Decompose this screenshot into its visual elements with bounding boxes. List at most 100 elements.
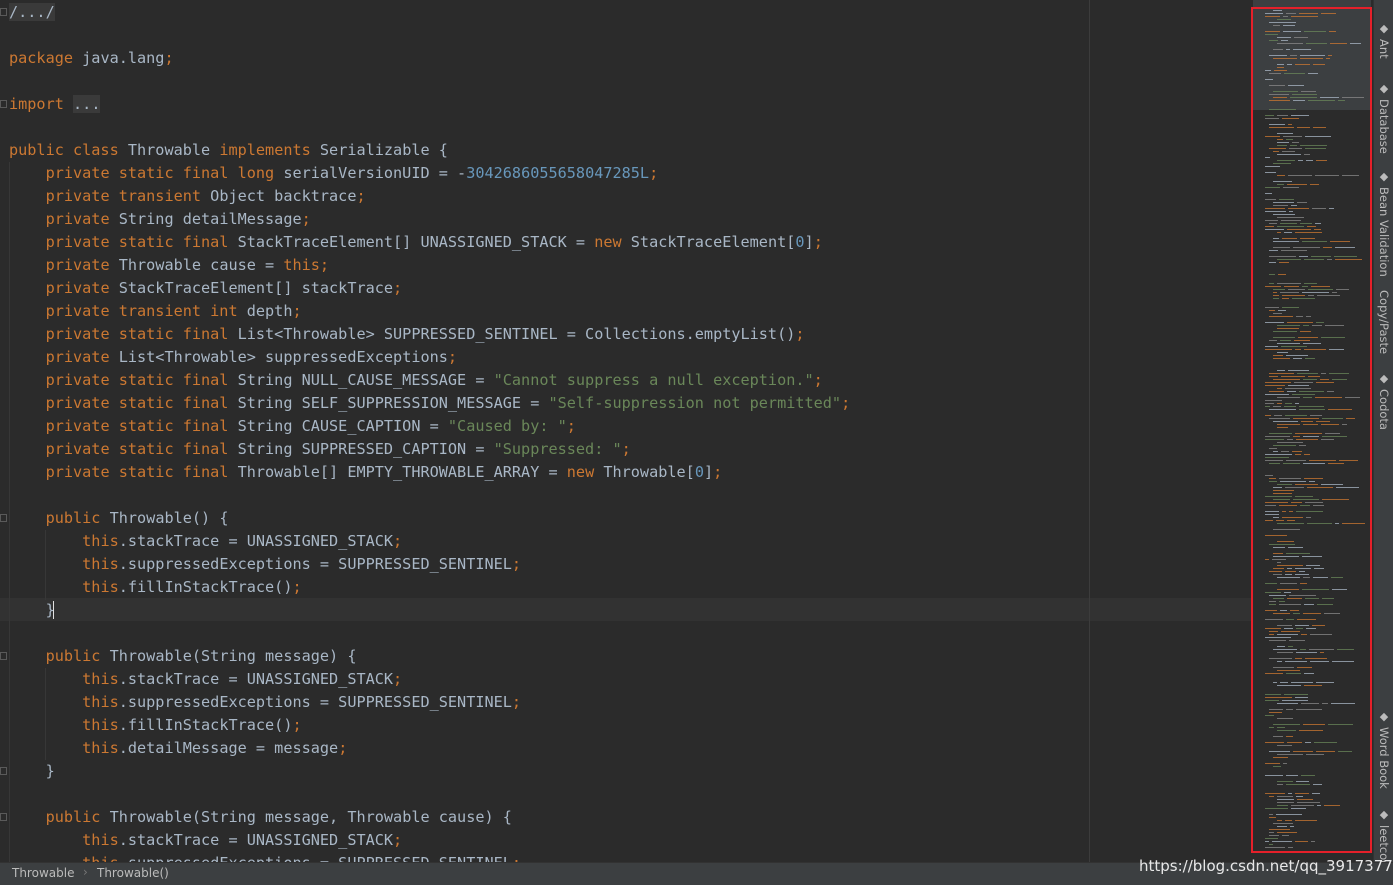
code-line[interactable]: this.stackTrace = UNASSIGNED_STACK; [9, 530, 402, 553]
code-line[interactable]: public Throwable() { [9, 507, 229, 530]
code-token: .suppressedExceptions = SUPPRESSED_SENTI… [118, 693, 512, 711]
code-line[interactable]: private static final String SELF_SUPPRES… [9, 392, 851, 415]
database-icon: ◆ [1377, 82, 1391, 95]
fold-marker[interactable] [0, 767, 7, 775]
code-line[interactable]: this.suppressedExceptions = SUPPRESSED_S… [9, 691, 521, 714]
code-token: ; [393, 831, 403, 849]
code-line[interactable]: import ... [9, 93, 101, 116]
code-token: Throwable cause = [109, 256, 284, 274]
fold-marker[interactable] [0, 8, 7, 16]
code-token: ; [338, 739, 348, 757]
code-token: private static final [45, 325, 229, 343]
code-line[interactable]: private static final Throwable[] EMPTY_T… [9, 461, 723, 484]
code-token: 3042686055658047285L [466, 164, 650, 182]
folded-region[interactable]: ... [73, 95, 101, 113]
code-token: String detailMessage [109, 210, 302, 228]
code-token: ; [393, 532, 403, 550]
code-line[interactable]: this.fillInStackTrace(); [9, 714, 301, 737]
code-line[interactable]: private static final StackTraceElement[]… [9, 231, 823, 254]
code-line[interactable]: this.fillInStackTrace(); [9, 576, 301, 599]
code-token: public [45, 808, 101, 826]
code-line[interactable]: /.../ [9, 1, 55, 24]
code-token: ; [301, 210, 311, 228]
code-token: this [82, 578, 119, 596]
code-token: "Suppressed: " [493, 440, 622, 458]
text-caret [53, 601, 54, 619]
code-token: .fillInStackTrace() [118, 716, 293, 734]
code-line[interactable]: this.stackTrace = UNASSIGNED_STACK; [9, 668, 402, 691]
code-token: this [82, 716, 119, 734]
code-line[interactable]: this.suppressedExceptions = SUPPRESSED_S… [9, 852, 521, 862]
code-line[interactable]: private static final String SUPPRESSED_C… [9, 438, 631, 461]
tool-tab-database[interactable]: ◆ Database [1377, 82, 1391, 154]
code-token: this [82, 739, 119, 757]
tool-tab-label: Database [1377, 99, 1391, 154]
code-line[interactable]: private StackTraceElement[] stackTrace; [9, 277, 403, 300]
code-token: 0 [694, 463, 704, 481]
code-token: public [45, 509, 101, 527]
code-editor[interactable]: /.../ package java.lang; import ... public … [0, 0, 1252, 862]
code-token: } [9, 762, 55, 780]
code-token: ; [292, 302, 302, 320]
code-line[interactable]: package java.lang; [9, 47, 174, 70]
tool-tab-copy-paste[interactable]: Copy/Paste [1377, 290, 1391, 354]
code-token: private static final [45, 440, 229, 458]
word-book-icon: ◆ [1377, 710, 1391, 723]
code-token: Throwable(String message, Throwable caus… [100, 808, 512, 826]
fold-marker[interactable] [0, 514, 7, 522]
code-line[interactable]: private static final long serialVersionU… [9, 162, 659, 185]
code-token: List<Throwable> suppressedExceptions [109, 348, 448, 366]
code-token: new [566, 463, 595, 481]
code-token: ; [393, 670, 403, 688]
fold-marker[interactable] [0, 100, 7, 108]
code-line[interactable]: public Throwable(String message) { [9, 645, 357, 668]
code-line[interactable]: this.stackTrace = UNASSIGNED_STACK; [9, 829, 402, 852]
ant-icon: ◆ [1377, 22, 1391, 35]
code-line[interactable]: public class Throwable implements Serial… [9, 139, 448, 162]
code-line[interactable]: public Throwable(String message, Throwab… [9, 806, 512, 829]
code-line[interactable]: private transient int depth; [9, 300, 302, 323]
code-line[interactable]: private List<Throwable> suppressedExcept… [9, 346, 458, 369]
code-line[interactable]: } [9, 760, 55, 783]
code-line[interactable]: private static final String CAUSE_CAPTIO… [9, 415, 576, 438]
code-line[interactable]: private String detailMessage; [9, 208, 311, 231]
fold-marker[interactable] [0, 652, 7, 660]
breadcrumb-method[interactable]: Throwable() [97, 866, 169, 880]
code-token: this [82, 555, 119, 573]
code-token: Object backtrace [201, 187, 357, 205]
fold-marker[interactable] [0, 813, 7, 821]
code-token: private static final [45, 394, 229, 412]
code-token: implements [219, 141, 311, 159]
folded-region[interactable]: /.../ [9, 3, 55, 21]
code-token: StackTraceElement[] stackTrace [109, 279, 394, 297]
code-token: .stackTrace = UNASSIGNED_STACK [118, 831, 394, 849]
code-line[interactable]: this.suppressedExceptions = SUPPRESSED_S… [9, 553, 521, 576]
tool-tab-word-book[interactable]: ◆ Word Book [1377, 710, 1391, 789]
tool-tab-codota[interactable]: ◆ Codota [1377, 372, 1391, 430]
code-token: ; [813, 233, 823, 251]
code-line[interactable]: } [9, 599, 55, 622]
code-line[interactable]: private transient Object backtrace; [9, 185, 366, 208]
code-line[interactable]: private Throwable cause = this; [9, 254, 329, 277]
code-token: ; [393, 279, 403, 297]
code-line[interactable]: private static final String NULL_CAUSE_M… [9, 369, 823, 392]
tool-tab-bean-validation[interactable]: ◆ Bean Validation [1377, 170, 1391, 277]
code-token: ; [164, 49, 174, 67]
code-line[interactable]: private static final List<Throwable> SUP… [9, 323, 805, 346]
tool-tab-ant[interactable]: ◆ Ant [1377, 22, 1391, 59]
code-line[interactable]: this.detailMessage = message; [9, 737, 347, 760]
breadcrumb-class[interactable]: Throwable [12, 866, 74, 880]
code-token: ; [841, 394, 851, 412]
